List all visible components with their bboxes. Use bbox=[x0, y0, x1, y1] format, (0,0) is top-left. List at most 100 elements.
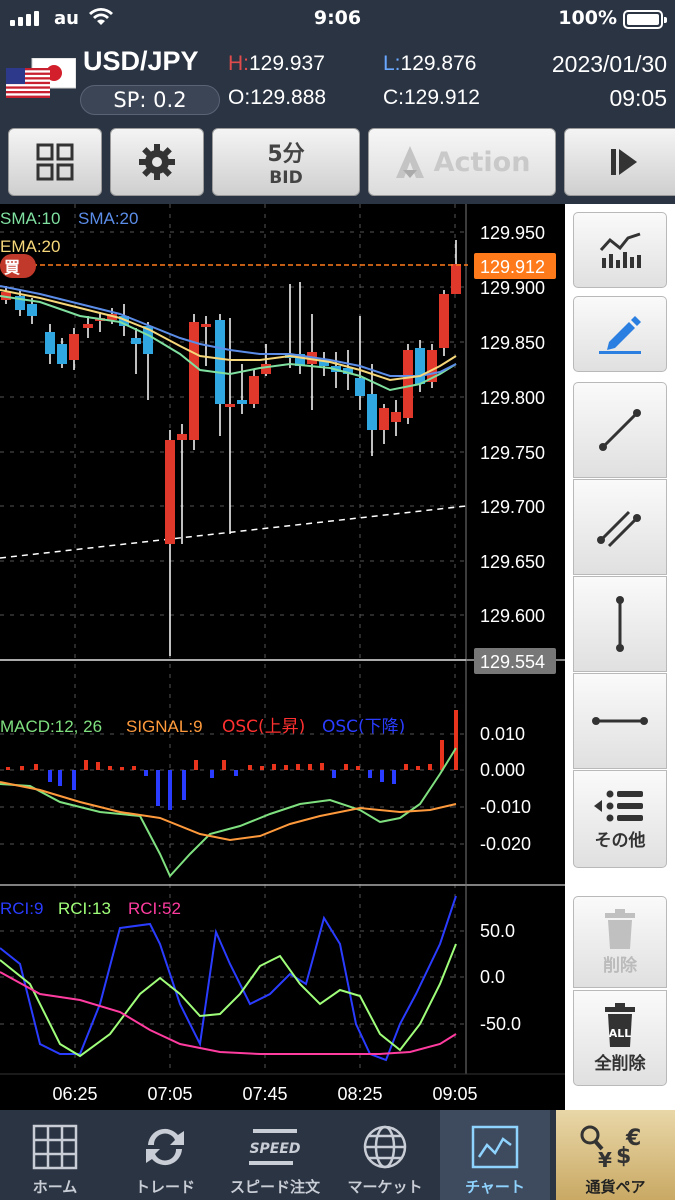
tab-speed-order-label: スピード注文 bbox=[229, 1178, 320, 1196]
chart-area[interactable]: 129.950 129.900 129.850 129.800 129.750 129.7… bbox=[0, 204, 565, 1104]
osc-up-bar bbox=[404, 764, 408, 770]
candlestick bbox=[415, 348, 425, 384]
rci-tick-label: 50.0 bbox=[480, 921, 515, 941]
osc-down-bar bbox=[368, 770, 372, 778]
other-tools-button[interactable]: その他 bbox=[573, 770, 667, 868]
action-button[interactable]: Action bbox=[368, 128, 556, 196]
drawing-tools-panel: その他 削除 ALL 全削除 bbox=[565, 204, 675, 1110]
currency-flags-icon[interactable] bbox=[6, 58, 76, 98]
channel-tool[interactable] bbox=[573, 479, 667, 575]
delete-label: 削除 bbox=[603, 955, 637, 976]
tab-speed-order[interactable]: SPEED スピード注文 bbox=[220, 1110, 330, 1200]
low-price: L:129.876 bbox=[383, 52, 477, 75]
horizontal-line-tool[interactable] bbox=[573, 673, 667, 769]
price-tick-label: 129.600 bbox=[480, 606, 545, 626]
legend-sma20: SMA:20 bbox=[78, 209, 138, 228]
play-icon bbox=[611, 149, 637, 175]
candlestick bbox=[403, 350, 413, 418]
candlestick bbox=[83, 324, 93, 328]
osc-up-bar bbox=[320, 763, 324, 770]
osc-up-bar bbox=[440, 740, 444, 770]
osc-up-bar bbox=[222, 760, 226, 770]
candlestick bbox=[165, 440, 175, 544]
delete-all-button[interactable]: ALL 全削除 bbox=[573, 990, 667, 1086]
candlestick bbox=[367, 394, 377, 430]
osc-down-bar bbox=[58, 770, 62, 786]
delete-all-label: 全削除 bbox=[594, 1053, 646, 1074]
quote-time: 09:05 bbox=[609, 85, 667, 111]
quote-date: 2023/01/30 bbox=[551, 51, 667, 77]
speed-icon-text: SPEED bbox=[249, 1141, 300, 1157]
rci9-legend: RCI:9 bbox=[0, 899, 43, 918]
price-tick-label: 129.900 bbox=[480, 278, 545, 298]
osc-down-bar bbox=[392, 770, 396, 784]
vertical-line-icon bbox=[616, 596, 624, 652]
time-tick-label: 07:05 bbox=[147, 1084, 192, 1104]
svg-text:¥: ¥ bbox=[598, 1148, 612, 1172]
vertical-line-tool[interactable] bbox=[573, 576, 667, 672]
candlestick bbox=[451, 264, 461, 294]
candlestick bbox=[189, 322, 199, 440]
interval-button[interactable]: 5分 BID bbox=[212, 128, 360, 196]
price-chart[interactable]: 129.950 129.900 129.850 129.800 129.750 129.7… bbox=[0, 204, 565, 1110]
price-tick-label: 129.650 bbox=[480, 552, 545, 572]
candlestick bbox=[177, 434, 187, 440]
globe-icon bbox=[363, 1125, 407, 1169]
currency-pair[interactable]: USD/JPY bbox=[83, 46, 199, 77]
trash-icon bbox=[605, 908, 635, 949]
list-icon bbox=[594, 790, 643, 821]
draw-button[interactable] bbox=[573, 296, 667, 372]
tab-currency-pair[interactable]: € ¥ $ 通貨ペア bbox=[556, 1110, 675, 1200]
candlestick bbox=[261, 364, 271, 374]
buy-tag-label: 買 bbox=[4, 258, 20, 277]
osc-up-bar bbox=[96, 762, 100, 770]
candlestick bbox=[57, 344, 67, 364]
osc-down-bar bbox=[182, 770, 186, 800]
all-badge-text: ALL bbox=[609, 1027, 632, 1040]
macd-legend: MACD:12, 26 bbox=[0, 717, 102, 736]
tab-market[interactable]: マーケット bbox=[330, 1110, 440, 1200]
high-price: H:129.937 bbox=[228, 52, 325, 75]
osc-down-bar bbox=[72, 770, 76, 790]
close-price: C:129.912 bbox=[383, 86, 480, 109]
price-tick-label: 129.800 bbox=[480, 388, 545, 408]
action-icon bbox=[395, 146, 424, 178]
svg-text:$: $ bbox=[616, 1144, 631, 1169]
osc-up-bar bbox=[296, 764, 300, 770]
status-bar: au 9:06 100% bbox=[0, 0, 675, 38]
price-tick-label: 129.700 bbox=[480, 497, 545, 517]
osc-up-bar bbox=[454, 710, 458, 770]
osc-down-bar bbox=[380, 770, 384, 782]
horizontal-line-icon bbox=[592, 717, 648, 725]
channel-icon bbox=[597, 510, 641, 548]
osc-down-bar bbox=[168, 770, 172, 810]
osc-down-bar bbox=[210, 770, 214, 778]
tab-market-label: マーケット bbox=[347, 1178, 423, 1196]
osc-up-bar bbox=[34, 764, 38, 770]
tab-home[interactable]: ホーム bbox=[0, 1110, 110, 1200]
tab-trade[interactable]: トレード bbox=[110, 1110, 220, 1200]
indicator-button[interactable] bbox=[573, 212, 667, 288]
osc-down-bar bbox=[234, 770, 238, 776]
interval-label: 5分 bbox=[267, 142, 305, 167]
settings-button[interactable] bbox=[110, 128, 204, 196]
tab-trade-label: トレード bbox=[134, 1178, 195, 1196]
tab-chart[interactable]: チャート bbox=[440, 1110, 550, 1200]
rci9-line bbox=[0, 895, 457, 1062]
price-type-label: BID bbox=[269, 168, 303, 188]
osc-up-bar bbox=[132, 766, 136, 770]
trendline-tool[interactable] bbox=[573, 382, 667, 478]
price-tick-label: 129.850 bbox=[480, 333, 545, 353]
candlestick bbox=[439, 294, 449, 348]
pencil-icon bbox=[599, 316, 641, 354]
signal-line bbox=[0, 781, 457, 842]
layout-button[interactable] bbox=[8, 128, 102, 196]
candlestick bbox=[215, 320, 225, 404]
chart-toolbar: 5分 BID Action bbox=[0, 122, 675, 204]
play-button[interactable] bbox=[564, 128, 675, 196]
open-price: O:129.888 bbox=[228, 86, 327, 109]
battery-icon bbox=[623, 10, 667, 29]
osc-up-bar bbox=[194, 760, 198, 770]
tab-bar: ホーム トレード SPEED スピード注文 マーケット チャート € ¥ $ 通貨ペ… bbox=[0, 1110, 675, 1200]
delete-button[interactable]: 削除 bbox=[573, 896, 667, 988]
